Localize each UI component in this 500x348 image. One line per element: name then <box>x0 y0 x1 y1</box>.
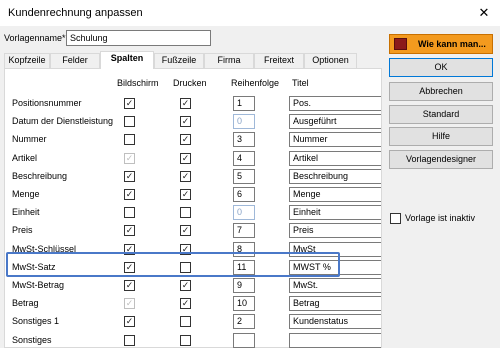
bildschirm-checkbox[interactable]: ✓ <box>124 244 135 255</box>
bildschirm-checkbox[interactable]: ✓ <box>124 280 135 291</box>
titel-input[interactable] <box>289 333 381 348</box>
drucken-checkbox[interactable]: ✓ <box>180 225 191 236</box>
reihenfolge-input[interactable]: 2 <box>233 314 255 329</box>
column-header-reihenfolge: Reihenfolge <box>231 78 280 88</box>
vorlagendesigner-button[interactable]: Vorlagendesigner <box>389 150 493 169</box>
hilfe-button[interactable]: Hilfe <box>389 127 493 146</box>
row-label: Datum der Dienstleistung <box>12 116 114 126</box>
drucken-checkbox[interactable]: ✓ <box>180 153 191 164</box>
tab-spalten[interactable]: Spalten <box>100 51 154 69</box>
standard-button[interactable]: Standard <box>389 105 493 124</box>
row-label: MwSt-Satz <box>12 262 56 272</box>
inaktiv-checkbox[interactable] <box>390 213 401 224</box>
help-how-to-button[interactable]: Wie kann man... <box>389 34 493 54</box>
bildschirm-checkbox: ✓ <box>124 298 135 309</box>
titel-input[interactable]: Einheit <box>289 205 381 220</box>
tab-fusszeile[interactable]: Fußzeile <box>154 53 204 68</box>
bildschirm-checkbox[interactable]: ✓ <box>124 171 135 182</box>
title-bar: Kundenrechnung anpassen ✕ <box>0 0 500 26</box>
row-label: Artikel <box>12 153 38 163</box>
column-header-drucken: Drucken <box>173 78 207 88</box>
row-label: Nummer <box>12 134 47 144</box>
tab-optionen[interactable]: Optionen <box>304 53 357 68</box>
bildschirm-checkbox[interactable]: ✓ <box>124 262 135 273</box>
reihenfolge-input[interactable]: 6 <box>233 187 255 202</box>
bildschirm-checkbox[interactable]: ✓ <box>124 189 135 200</box>
tab-kopfzeile[interactable]: Kopfzeile <box>4 53 50 68</box>
vorlagenname-input[interactable]: Schulung <box>66 30 211 46</box>
close-icon[interactable]: ✕ <box>468 0 500 26</box>
reihenfolge-input[interactable]: 8 <box>233 242 255 257</box>
bildschirm-checkbox[interactable]: ✓ <box>124 316 135 327</box>
cancel-button[interactable]: Abbrechen <box>389 82 493 101</box>
inaktiv-label: Vorlage ist inaktiv <box>405 213 476 223</box>
reihenfolge-input[interactable]: 11 <box>233 260 255 275</box>
column-header-titel: Titel <box>292 78 309 88</box>
drucken-checkbox[interactable] <box>180 262 191 273</box>
vorlagenname-label: Vorlagenname* <box>4 33 66 43</box>
titel-input[interactable]: Betrag <box>289 296 381 311</box>
drucken-checkbox[interactable]: ✓ <box>180 116 191 127</box>
titel-input[interactable]: Kundenstatus <box>289 314 381 329</box>
reihenfolge-input[interactable]: 5 <box>233 169 255 184</box>
drucken-checkbox[interactable]: ✓ <box>180 298 191 309</box>
drucken-checkbox[interactable] <box>180 207 191 218</box>
tab-freitext[interactable]: Freitext <box>254 53 304 68</box>
ok-button[interactable]: OK <box>389 58 493 77</box>
reihenfolge-input[interactable]: 4 <box>233 151 255 166</box>
drucken-checkbox[interactable] <box>180 316 191 327</box>
row-label: Positionsnummer <box>12 98 82 108</box>
drucken-checkbox[interactable] <box>180 335 191 346</box>
drucken-checkbox[interactable]: ✓ <box>180 189 191 200</box>
window-title: Kundenrechnung anpassen <box>8 7 143 19</box>
bildschirm-checkbox[interactable] <box>124 134 135 145</box>
gift-box-icon <box>394 38 407 50</box>
drucken-checkbox[interactable]: ✓ <box>180 171 191 182</box>
reihenfolge-input[interactable]: 1 <box>233 96 255 111</box>
reihenfolge-input[interactable]: 10 <box>233 296 255 311</box>
titel-input[interactable]: Beschreibung <box>289 169 381 184</box>
titel-input[interactable]: Artikel <box>289 151 381 166</box>
row-label: Einheit <box>12 207 40 217</box>
row-label: Menge <box>12 189 40 199</box>
drucken-checkbox[interactable]: ✓ <box>180 134 191 145</box>
tab-firma[interactable]: Firma <box>204 53 254 68</box>
dialog-window: Kundenrechnung anpassen ✕ Vorlagenname* … <box>0 0 500 348</box>
drucken-checkbox[interactable]: ✓ <box>180 244 191 255</box>
tab-felder[interactable]: Felder <box>50 53 100 68</box>
drucken-checkbox[interactable]: ✓ <box>180 280 191 291</box>
titel-input[interactable]: Pos. <box>289 96 381 111</box>
bildschirm-checkbox[interactable] <box>124 116 135 127</box>
row-label: Sonstiges 1 <box>12 316 60 326</box>
row-label: Preis <box>12 225 33 235</box>
row-label: MwSt-Betrag <box>12 280 65 290</box>
bildschirm-checkbox[interactable] <box>124 335 135 346</box>
titel-input[interactable]: Preis <box>289 223 381 238</box>
bildschirm-checkbox: ✓ <box>124 153 135 164</box>
row-label: Betrag <box>12 298 39 308</box>
reihenfolge-input[interactable]: 0 <box>233 205 255 220</box>
reihenfolge-input[interactable]: 9 <box>233 278 255 293</box>
bildschirm-checkbox[interactable] <box>124 207 135 218</box>
titel-input[interactable]: Nummer <box>289 132 381 147</box>
row-label: Sonstiges <box>12 335 52 345</box>
bildschirm-checkbox[interactable]: ✓ <box>124 225 135 236</box>
reihenfolge-input[interactable]: 3 <box>233 132 255 147</box>
titel-input[interactable]: MwSt <box>289 242 381 257</box>
reihenfolge-input[interactable]: 7 <box>233 223 255 238</box>
reihenfolge-input[interactable] <box>233 333 255 348</box>
reihenfolge-input[interactable]: 0 <box>233 114 255 129</box>
titel-input[interactable]: Ausgeführt <box>289 114 381 129</box>
titel-input[interactable]: MwSt. <box>289 278 381 293</box>
titel-input[interactable]: Menge <box>289 187 381 202</box>
row-label: Beschreibung <box>12 171 68 181</box>
column-header-bildschirm: Bildschirm <box>117 78 159 88</box>
help-how-to-label: Wie kann man... <box>418 39 486 49</box>
drucken-checkbox[interactable]: ✓ <box>180 98 191 109</box>
titel-input[interactable]: MWST % <box>289 260 381 275</box>
row-label: MwSt-Schlüssel <box>12 244 77 254</box>
bildschirm-checkbox[interactable]: ✓ <box>124 98 135 109</box>
